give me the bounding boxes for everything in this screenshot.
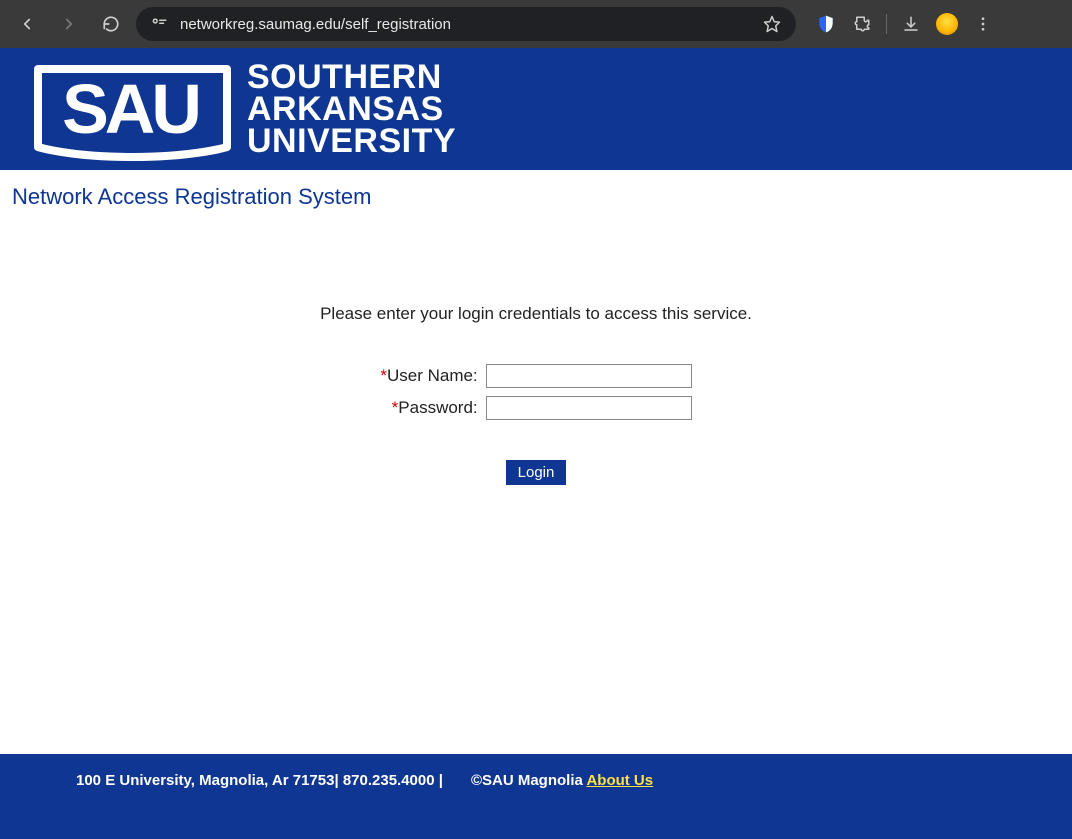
footer-copyright: ©SAU Magnolia About Us	[471, 772, 653, 789]
username-label: *User Name:	[380, 366, 477, 386]
toolbar-right	[814, 12, 995, 36]
downloads-icon[interactable]	[899, 12, 923, 36]
svg-text:SAU: SAU	[62, 70, 198, 148]
site-footer: 100 E University, Magnolia, Ar 71753| 87…	[0, 754, 1072, 839]
main-content: Please enter your login credentials to a…	[0, 216, 1072, 754]
password-label-text: Password:	[398, 398, 477, 417]
username-input[interactable]	[486, 364, 692, 388]
forward-button[interactable]	[52, 7, 86, 41]
about-us-link[interactable]: About Us	[586, 772, 653, 789]
password-label: *Password:	[380, 398, 477, 418]
back-button[interactable]	[10, 7, 44, 41]
sau-wordmark: SOUTHERN ARKANSAS UNIVERSITY	[247, 61, 456, 158]
extension-shield-icon[interactable]	[814, 12, 838, 36]
wordmark-line3: UNIVERSITY	[247, 125, 456, 157]
sau-mark-icon: SAU	[30, 55, 235, 163]
toolbar-divider	[886, 14, 887, 34]
footer-address: 100 E University, Magnolia, Ar 71753| 87…	[76, 772, 443, 789]
wordmark-line1: SOUTHERN	[247, 61, 456, 93]
kebab-menu-icon[interactable]	[971, 12, 995, 36]
site-info-icon[interactable]	[148, 15, 170, 33]
browser-toolbar: networkreg.saumag.edu/self_registration	[0, 0, 1072, 48]
login-prompt: Please enter your login credentials to a…	[320, 304, 752, 324]
site-header: SAU SOUTHERN ARKANSAS UNIVERSITY	[0, 48, 1072, 170]
page-title: Network Access Registration System	[0, 170, 1072, 216]
url-text: networkreg.saumag.edu/self_registration	[180, 16, 750, 33]
wordmark-line2: ARKANSAS	[247, 93, 456, 125]
login-button[interactable]: Login	[506, 460, 567, 485]
footer-copyright-text: ©SAU Magnolia	[471, 772, 587, 789]
username-label-text: User Name:	[387, 366, 478, 385]
login-form: *User Name: *Password:	[380, 364, 691, 420]
password-input[interactable]	[486, 396, 692, 420]
required-marker: *	[380, 366, 387, 385]
extensions-puzzle-icon[interactable]	[850, 12, 874, 36]
profile-avatar[interactable]	[935, 12, 959, 36]
bookmark-star-icon[interactable]	[760, 12, 784, 36]
sau-logo[interactable]: SAU SOUTHERN ARKANSAS UNIVERSITY	[30, 55, 456, 163]
reload-button[interactable]	[94, 7, 128, 41]
address-bar[interactable]: networkreg.saumag.edu/self_registration	[136, 7, 796, 41]
